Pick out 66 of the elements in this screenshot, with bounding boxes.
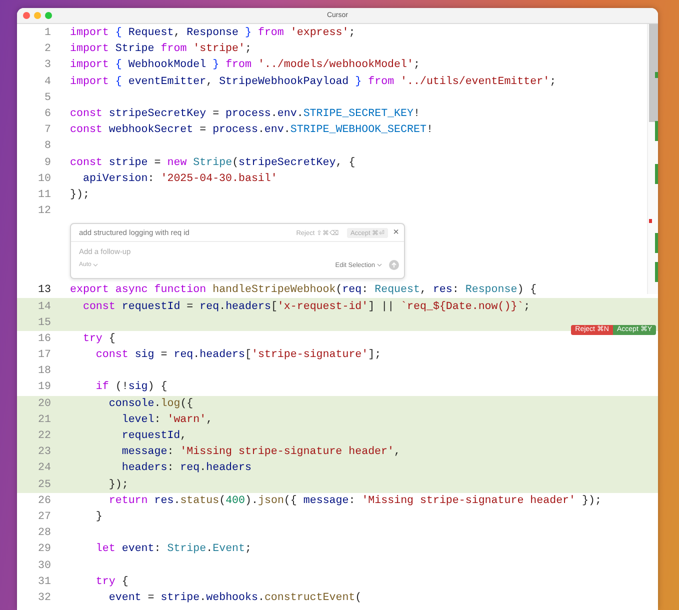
line-number: 17 xyxy=(37,349,52,362)
code-line: apiVersion: '2025-04-30.basil' xyxy=(82,172,278,185)
line-number: 21 xyxy=(37,414,52,426)
code-line: import { Request, Response } from 'express'; xyxy=(70,27,356,40)
code-line: }); xyxy=(108,478,128,491)
code-line: const stripeSecretKey = process.env.STRIPE_SECRET_KEY! xyxy=(70,108,420,120)
zoom-button[interactable] xyxy=(45,12,52,19)
line-number: 9 xyxy=(44,156,52,169)
line-number: 19 xyxy=(37,381,52,394)
submit-button[interactable] xyxy=(389,260,399,270)
code-line: const webhookSecret = process.env.STRIPE_WEBHOOK_SECRET! xyxy=(70,124,433,136)
line-number: 1 xyxy=(44,27,52,40)
code-line: try { xyxy=(82,332,116,345)
minimize-button[interactable] xyxy=(34,12,41,19)
line-number: 11 xyxy=(37,188,52,201)
chevron-down-icon xyxy=(377,263,382,268)
code-line: import { eventEmitter, StripeWebhookPayload } from '../utils/eventEmitter'; xyxy=(70,76,556,88)
code-line: import Stripe from 'stripe'; xyxy=(70,43,252,56)
code-line: export async function handleStripeWebhook(req: Request, res: Response) { xyxy=(70,284,537,296)
up-arrow-icon xyxy=(391,262,397,268)
line-number: 23 xyxy=(37,446,52,458)
code-line: const stripe = new Stripe(stripeSecretKey, { xyxy=(70,156,356,169)
line-number: 16 xyxy=(37,332,52,345)
line-number: 20 xyxy=(37,398,52,410)
code-line: }); xyxy=(70,188,90,201)
code-line: const requestId = req.headers['x-request-id'] || `req_${Date.now()}`; xyxy=(82,300,530,313)
line-number: 3 xyxy=(44,59,52,72)
line-number: 14 xyxy=(37,300,52,313)
line-number: 30 xyxy=(37,560,52,572)
line-number: 7 xyxy=(44,124,52,136)
code-line: const sig = req.headers['stripe-signature']; xyxy=(94,349,382,362)
code-line: requestId, xyxy=(120,430,187,442)
line-number: 15 xyxy=(37,316,52,329)
scrollbar[interactable] xyxy=(647,24,658,294)
line-number: 13 xyxy=(37,284,52,296)
line-number: 29 xyxy=(37,543,52,556)
code-line: } xyxy=(94,510,102,523)
code-line: return res.status(400).json({ message: 'Missing stripe-signature header' }); xyxy=(108,494,602,507)
close-window-button[interactable] xyxy=(23,12,30,19)
line-number: 31 xyxy=(37,576,52,588)
code-line: import { WebhookModel } from '../models/webhookModel'; xyxy=(70,59,420,72)
code-line: message: 'Missing stripe-signature header', xyxy=(120,446,400,458)
line-number: 28 xyxy=(37,527,52,540)
code-line: if (!sig) { xyxy=(94,381,168,394)
line-number: 32 xyxy=(37,592,52,604)
line-number: 4 xyxy=(44,76,52,88)
code-line: level: 'warn', xyxy=(120,414,213,426)
close-button[interactable]: × xyxy=(393,228,399,238)
code-line: let event: Stripe.Event; xyxy=(94,543,252,556)
line-number: 5 xyxy=(44,92,52,104)
line-number: 2 xyxy=(44,43,52,56)
line-number: 25 xyxy=(37,478,52,491)
chevron-down-icon xyxy=(93,263,98,268)
line-number: 22 xyxy=(37,430,52,442)
line-number: 6 xyxy=(44,108,52,120)
code-line: event = stripe.webhooks.constructEvent( xyxy=(108,592,362,604)
code-line: try { xyxy=(94,576,128,588)
line-number: 18 xyxy=(37,365,52,378)
line-number: 24 xyxy=(37,462,52,474)
line-number: 12 xyxy=(37,205,52,218)
line-number: 27 xyxy=(37,510,52,523)
line-number: 8 xyxy=(44,140,52,152)
code-line: headers: req.headers xyxy=(120,462,252,474)
line-number: 26 xyxy=(37,494,52,507)
line-number: 10 xyxy=(37,172,52,185)
code-line: console.log({ xyxy=(108,398,194,410)
